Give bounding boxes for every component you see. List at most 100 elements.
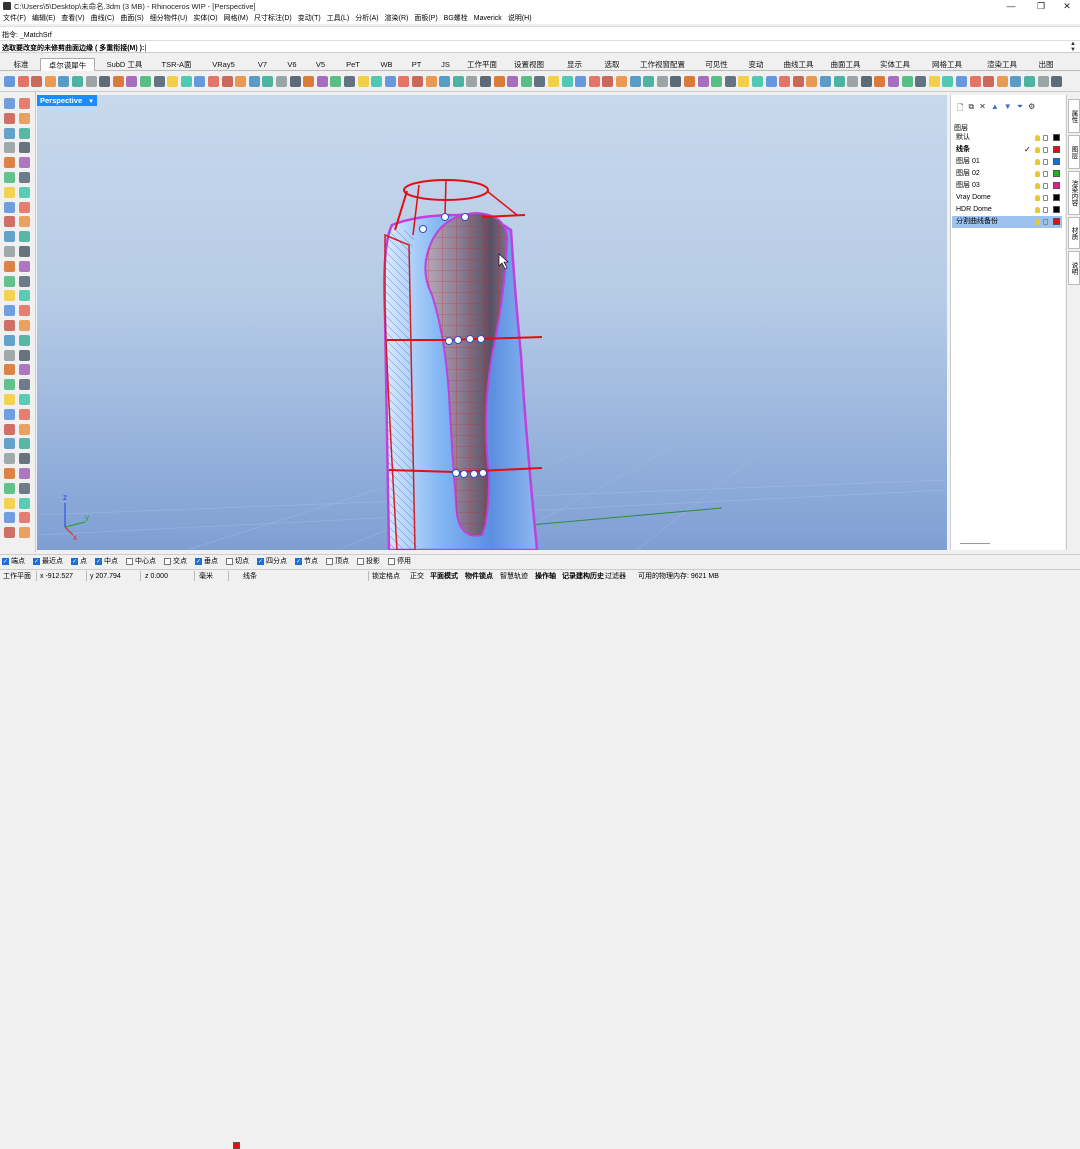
toolbar-tab[interactable]: 设置视图 — [505, 58, 553, 71]
left-tool-icon[interactable] — [19, 379, 30, 391]
toolbar-tool-icon[interactable] — [575, 76, 587, 87]
side-panel-tab[interactable]: 图层 — [1068, 135, 1080, 169]
toolbar-tool-icon[interactable] — [969, 76, 981, 87]
left-tool-icon[interactable] — [19, 98, 30, 109]
left-tool-icon[interactable] — [4, 290, 15, 302]
toolbar-tab[interactable]: 渲染工具 — [974, 58, 1030, 71]
menu-item[interactable]: 查看(V) — [61, 13, 84, 23]
current-layer-label[interactable]: 线条 — [243, 571, 257, 582]
perspective-viewport[interactable]: z y x — [37, 95, 947, 550]
left-tool-icon[interactable] — [19, 216, 30, 228]
layer-lock-icon[interactable] — [1043, 171, 1048, 177]
left-tool-icon[interactable] — [4, 260, 15, 272]
minimize-button[interactable]: — — [996, 0, 1026, 12]
toolbar-tab[interactable]: PT — [403, 58, 430, 71]
toolbar-tool-icon[interactable] — [684, 76, 695, 87]
toolbar-tab[interactable]: 曲线工具 — [776, 58, 821, 71]
menu-item[interactable]: 曲线(C) — [91, 13, 115, 23]
toolbar-tool-icon[interactable] — [888, 76, 899, 87]
layer-row[interactable]: 图层 01 — [952, 156, 1062, 168]
toolbar-tool-icon[interactable] — [548, 76, 559, 87]
layer-visibility-bulb-icon[interactable] — [1035, 207, 1040, 213]
left-tool-icon[interactable] — [4, 379, 15, 391]
toolbar-tool-icon[interactable] — [874, 76, 886, 87]
delete-layer-icon[interactable]: ✕ — [979, 102, 986, 116]
left-tool-icon[interactable] — [19, 497, 30, 509]
units-label[interactable]: 毫米 — [199, 571, 213, 582]
toolbar-tool-icon[interactable] — [561, 76, 573, 87]
toolbar-tool-icon[interactable] — [480, 76, 491, 87]
left-tool-icon[interactable] — [4, 186, 15, 198]
toolbar-tool-icon[interactable] — [588, 76, 600, 87]
menu-item[interactable]: 面板(P) — [414, 13, 437, 23]
osnap-option[interactable]: 投影 — [357, 556, 380, 566]
layer-lock-icon[interactable] — [1043, 135, 1048, 141]
layer-color-swatch[interactable] — [1053, 206, 1060, 213]
toolbar-tool-icon[interactable] — [316, 76, 328, 87]
toolbar-tool-icon[interactable] — [85, 76, 97, 87]
toolbar-tool-icon[interactable] — [697, 76, 709, 87]
left-tool-icon[interactable] — [4, 112, 15, 124]
toolbar-tool-icon[interactable] — [398, 76, 410, 87]
toolbar-tool-icon[interactable] — [344, 76, 355, 87]
layer-visibility-bulb-icon[interactable] — [1035, 147, 1040, 153]
toolbar-tool-icon[interactable] — [425, 76, 437, 87]
layer-color-swatch[interactable] — [1053, 134, 1060, 141]
layer-visibility-bulb-icon[interactable] — [1035, 135, 1040, 141]
toolbar-tool-icon[interactable] — [860, 76, 872, 87]
toolbar-tab[interactable]: 显示 — [555, 58, 594, 71]
left-tool-icon[interactable] — [19, 453, 30, 465]
toolbar-tool-icon[interactable] — [643, 76, 655, 87]
side-panel-tab[interactable]: 渲染内容 — [1068, 171, 1080, 215]
toolbar-tool-icon[interactable] — [140, 76, 151, 87]
menu-item[interactable]: Maverick — [474, 15, 502, 22]
layer-color-swatch[interactable] — [1053, 170, 1060, 177]
menu-item[interactable]: 文件(F) — [3, 13, 26, 23]
osnap-checkbox[interactable]: ✓ — [295, 557, 302, 565]
left-tool-icon[interactable] — [4, 275, 15, 287]
osnap-option[interactable]: ✓ 中点 — [95, 556, 118, 566]
toolbar-tool-icon[interactable] — [167, 76, 179, 87]
osnap-option[interactable]: ✓ 最近点 — [33, 556, 63, 566]
toolbar-tool-icon[interactable] — [44, 76, 56, 87]
left-tool-icon[interactable] — [4, 201, 15, 213]
toolbar-tool-icon[interactable] — [792, 76, 804, 87]
toolbar-tool-icon[interactable] — [806, 76, 818, 87]
toolbar-tab[interactable]: 网格工具 — [922, 58, 972, 71]
left-tool-icon[interactable] — [4, 127, 15, 139]
toolbar-tool-icon[interactable] — [520, 76, 532, 87]
toolbar-tab[interactable]: VRay5 — [201, 58, 246, 71]
menu-item[interactable]: BG螺栓 — [444, 13, 468, 23]
osnap-checkbox[interactable]: ✓ — [71, 557, 78, 565]
toolbar-tab[interactable]: V6 — [279, 58, 305, 71]
toolbar-tab[interactable]: 选取 — [596, 58, 628, 71]
osnap-option[interactable]: ✓ 点 — [71, 556, 87, 566]
left-tool-icon[interactable] — [4, 172, 15, 183]
toolbar-tool-icon[interactable] — [983, 76, 995, 87]
left-tool-icon[interactable] — [4, 497, 15, 509]
toolbar-tool-icon[interactable] — [276, 76, 287, 87]
toolbar-tab[interactable]: SubD 工具 — [97, 58, 152, 71]
left-tool-icon[interactable] — [19, 527, 30, 539]
toolbar-tab[interactable]: 实体工具 — [870, 58, 920, 71]
osnap-checkbox[interactable]: ✓ — [95, 557, 102, 565]
left-tool-icon[interactable] — [4, 231, 15, 243]
toolbar-tab[interactable]: 变动 — [738, 58, 774, 71]
toolbar-tab[interactable]: PeT — [336, 58, 370, 71]
layer-color-swatch[interactable] — [1053, 218, 1060, 225]
menu-item[interactable]: 渲染(R) — [385, 13, 409, 23]
osnap-checkbox[interactable]: ✓ — [195, 557, 202, 565]
left-tool-icon[interactable] — [19, 394, 30, 405]
layer-visibility-bulb-icon[interactable] — [1035, 183, 1040, 189]
toolbar-tool-icon[interactable] — [235, 76, 247, 87]
toolbar-tool-icon[interactable] — [112, 76, 124, 87]
toolbar-tool-icon[interactable] — [493, 76, 505, 87]
toolbar-tool-icon[interactable] — [1010, 76, 1022, 87]
menu-item[interactable]: 细分物件(U) — [150, 13, 188, 23]
left-tool-icon[interactable] — [4, 453, 15, 465]
left-tool-icon[interactable] — [19, 127, 30, 139]
toolbar-tool-icon[interactable] — [616, 76, 627, 87]
left-tool-icon[interactable] — [19, 231, 30, 243]
toolbar-tool-icon[interactable] — [58, 76, 70, 87]
cplane-label[interactable]: 工作平面 — [3, 571, 31, 582]
